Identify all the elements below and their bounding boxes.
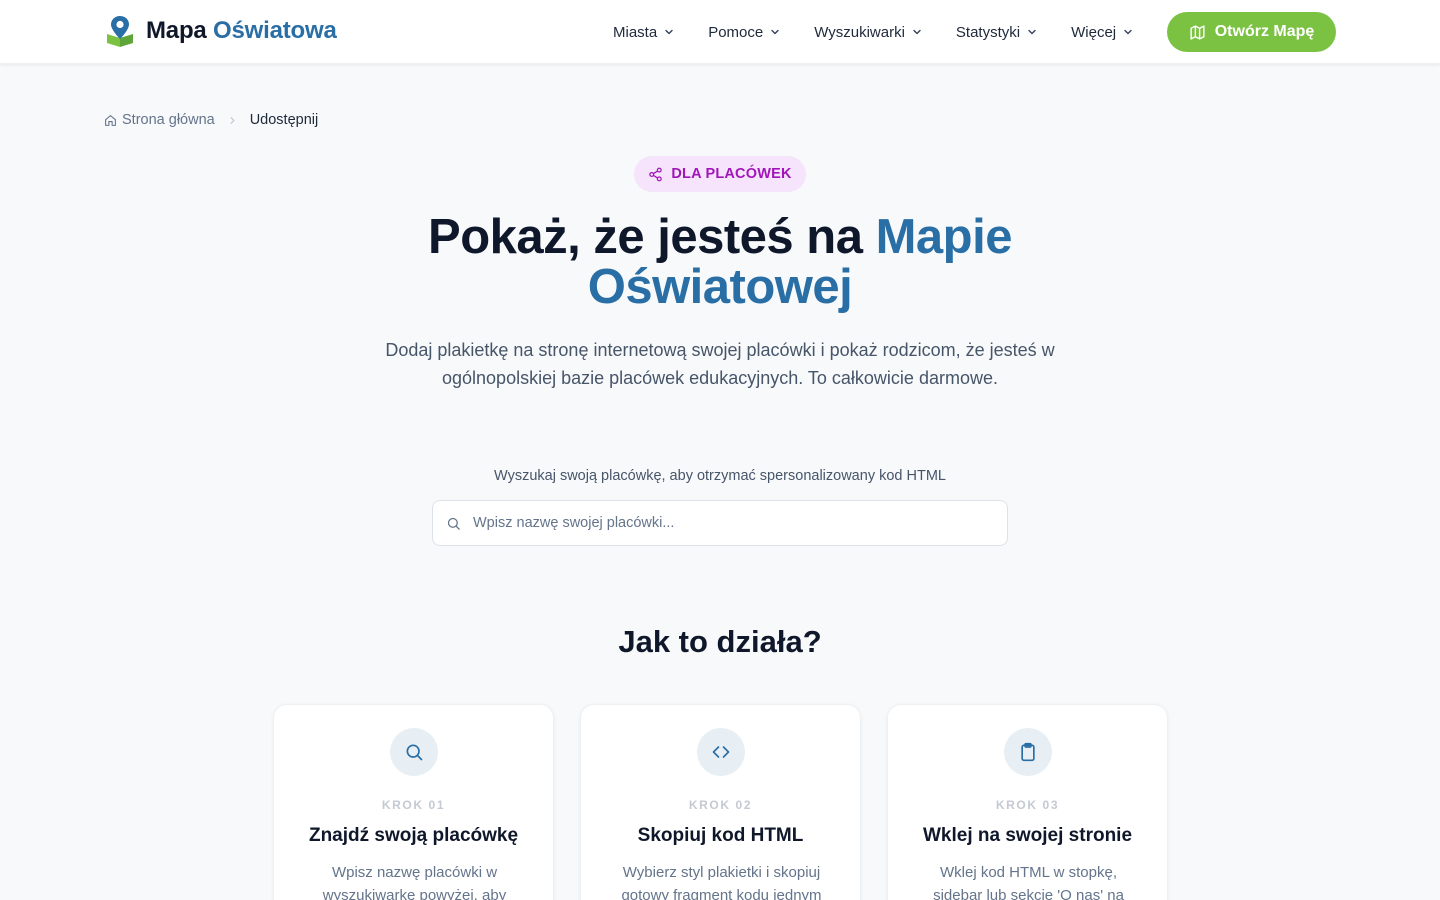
chevron-down-icon <box>771 29 779 35</box>
map-icon <box>1190 24 1205 40</box>
breadcrumb-current: Udostępnij <box>249 112 319 128</box>
nav-item-statystyki[interactable]: Statystyki <box>939 0 1054 64</box>
hero-subtitle: Dodaj plakietkę na stronę internetową sw… <box>385 340 1055 388</box>
breadcrumb-home-link[interactable]: Strona główna <box>104 112 215 128</box>
step-number: KROK 02 <box>688 798 753 812</box>
step-description: Wybierz styl plakietki i skopiuj gotowy … <box>621 864 822 900</box>
search-label: Wyszukaj swoją placówkę, aby otrzymać sp… <box>494 468 946 484</box>
step-title: Znajdź swoją placówkę <box>308 825 519 846</box>
site-logo[interactable]: Mapa Oświatowa <box>104 14 337 48</box>
step-card-1: KROK 01 Znajdź swoją placówkę Wpisz nazw… <box>273 704 554 900</box>
step-card-3: KROK 03 Wklej na swojej stronie Wklej ko… <box>887 704 1168 900</box>
hero-title: Pokaż, że jesteś na Mapie Oświatowej <box>428 210 1012 314</box>
nav-item-miasta[interactable]: Miasta <box>596 0 691 64</box>
code-icon <box>712 746 730 758</box>
search-icon <box>447 517 460 530</box>
open-map-button[interactable]: Otwórz Mapę <box>1167 12 1336 52</box>
step-number: KROK 01 <box>381 798 446 812</box>
step-description: Wpisz nazwę placówki w wyszukiwarkę powy… <box>322 864 507 900</box>
for-institutions-badge: DLA PLACÓWEK <box>634 156 806 192</box>
step-icon-circle <box>390 728 438 776</box>
nav-item-wyszukiwarki[interactable]: Wyszukiwarki <box>797 0 939 64</box>
chevron-down-icon <box>1124 29 1132 35</box>
step-number: KROK 03 <box>995 798 1060 812</box>
step-card-2: KROK 02 Skopiuj kod HTML Wybierz styl pl… <box>580 704 861 900</box>
step-description: Wklej kod HTML w stopkę, sidebar lub sek… <box>933 864 1124 900</box>
chevron-down-icon <box>913 29 921 35</box>
step-icon-circle <box>697 728 745 776</box>
step-icon-circle <box>1004 728 1052 776</box>
chevron-down-icon <box>1028 29 1036 35</box>
share-icon <box>649 167 663 181</box>
chevron-right-icon <box>230 116 235 124</box>
institution-search-input[interactable] <box>473 515 993 531</box>
breadcrumb: Strona główna Udostępnij <box>104 112 318 128</box>
step-title: Skopiuj kod HTML <box>637 825 804 846</box>
how-it-works-title: Jak to działa? <box>618 624 822 659</box>
nav-item-wiecej[interactable]: Więcej <box>1054 0 1150 64</box>
chevron-down-icon <box>665 29 673 35</box>
home-icon <box>105 114 116 126</box>
search-icon <box>406 744 423 761</box>
search-box <box>432 500 1008 546</box>
logo-text: Mapa Oświatowa <box>146 17 337 44</box>
map-pin-book-logo-icon <box>107 16 133 47</box>
step-title: Wklej na swojej stronie <box>922 825 1133 846</box>
main-nav: Miasta Pomoce Wyszukiwarki Statystyki Wi… <box>596 0 1150 64</box>
nav-item-pomoce[interactable]: Pomoce <box>691 0 797 64</box>
clipboard-icon <box>1021 742 1035 762</box>
site-header: Mapa Oświatowa Miasta Pomoce Wyszukiwark… <box>0 0 1440 64</box>
